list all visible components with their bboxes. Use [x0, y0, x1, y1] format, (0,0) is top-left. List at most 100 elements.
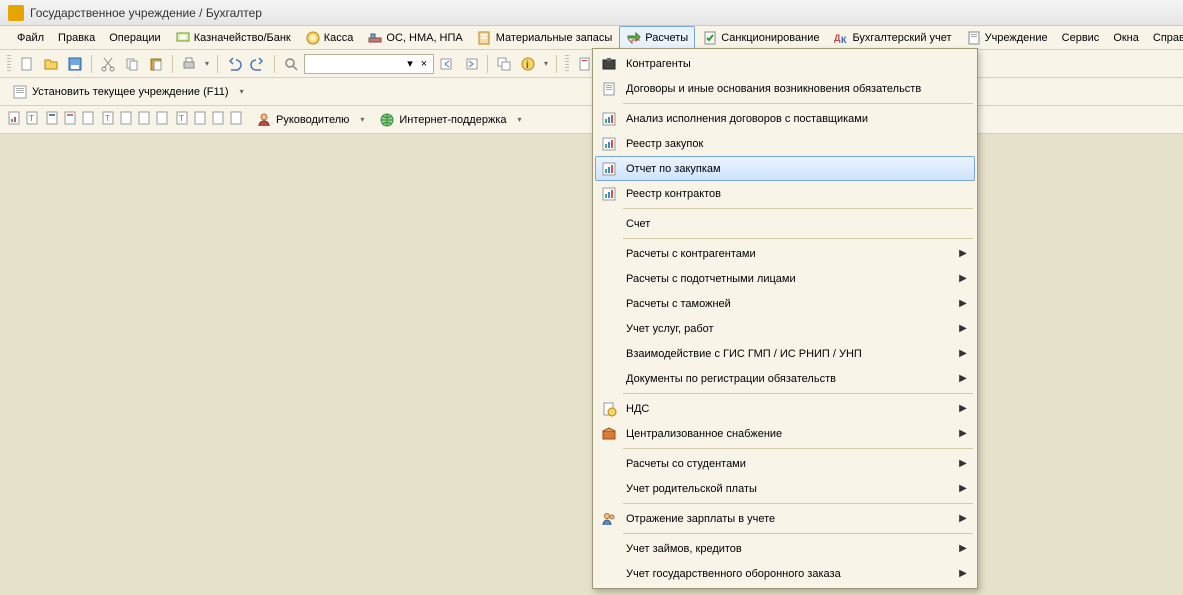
dropdown-item[interactable]: НДС▶: [595, 396, 975, 421]
dropdown-item-label: Централизованное снабжение: [626, 428, 950, 440]
separator: [556, 55, 557, 73]
menu-os-label: ОС, НМА, НПА: [386, 32, 462, 44]
dropdown-item[interactable]: Централизованное снабжение▶: [595, 421, 975, 446]
sanction-icon: [702, 30, 718, 46]
dropdown-arrow-icon[interactable]: ▾: [237, 87, 247, 96]
search-combo[interactable]: ▾ ×: [304, 54, 434, 74]
menu-calc[interactable]: Расчеты: [619, 26, 695, 50]
dropdown-item[interactable]: Счет: [595, 211, 975, 236]
save-icon: [67, 56, 83, 72]
dropdown-item[interactable]: Учет займов, кредитов▶: [595, 536, 975, 561]
menu-institution[interactable]: Учреждение: [959, 26, 1055, 50]
dropdown-item[interactable]: Расчеты с подотчетными лицами▶: [595, 266, 975, 291]
dropdown-item[interactable]: Отражение зарплаты в учете▶: [595, 506, 975, 531]
tb3-btn-8[interactable]: [136, 110, 152, 129]
submenu-arrow-icon: ▶: [958, 298, 968, 309]
dropdown-item[interactable]: Договоры и иные основания возникновения …: [595, 76, 975, 101]
dropdown-item-label: Документы по регистрации обязательств: [626, 373, 950, 385]
info-button[interactable]: i: [517, 53, 539, 75]
internet-support-button[interactable]: Интернет-поддержка: [373, 109, 512, 131]
menu-cash[interactable]: Касса: [298, 26, 361, 50]
open-button[interactable]: [40, 53, 62, 75]
menu-windows[interactable]: Окна: [1106, 28, 1146, 48]
dropdown-arrow-icon[interactable]: ▾: [357, 115, 367, 124]
report-icon: [80, 110, 96, 126]
cut-button[interactable]: [97, 53, 119, 75]
menu-separator: [623, 238, 973, 239]
menu-file[interactable]: Файл: [10, 28, 51, 48]
tb3-btn-3[interactable]: [44, 110, 60, 129]
windows-button[interactable]: [493, 53, 515, 75]
set-institution-button[interactable]: Установить текущее учреждение (F11): [6, 81, 235, 103]
menu-treasury[interactable]: Казначейство/Банк: [168, 26, 298, 50]
menu-service[interactable]: Сервис: [1055, 28, 1107, 48]
redo-button[interactable]: [247, 53, 269, 75]
tb3-btn-12[interactable]: [210, 110, 226, 129]
dropdown-item[interactable]: Учет государственного оборонного заказа▶: [595, 561, 975, 586]
dropdown-item[interactable]: Учет услуг, работ▶: [595, 316, 975, 341]
dropdown-item[interactable]: Анализ исполнения договоров с поставщика…: [595, 106, 975, 131]
separator: [172, 55, 173, 73]
clear-icon: ×: [417, 56, 431, 72]
manager-button[interactable]: Руководителю: [250, 109, 355, 131]
tb3-btn-2[interactable]: T: [24, 110, 40, 129]
report-icon: [6, 110, 22, 126]
dropdown-item-label: Расчеты с подотчетными лицами: [626, 273, 950, 285]
menu-sanction[interactable]: Санкционирование: [695, 26, 826, 50]
tb3-btn-6[interactable]: T: [100, 110, 116, 129]
assets-icon: [367, 30, 383, 46]
manager-label: Руководителю: [276, 114, 349, 126]
copy-button[interactable]: [121, 53, 143, 75]
tb3-btn-5[interactable]: [80, 110, 96, 129]
dropdown-item[interactable]: Учет родительской платы▶: [595, 476, 975, 501]
menu-accounting[interactable]: ДК Бухгалтерский учет: [826, 26, 958, 50]
dropdown-item[interactable]: Реестр закупок: [595, 131, 975, 156]
submenu-arrow-icon: ▶: [958, 373, 968, 384]
new-doc-button[interactable]: [16, 53, 38, 75]
dropdown-item[interactable]: Реестр контрактов: [595, 181, 975, 206]
menu-os[interactable]: ОС, НМА, НПА: [360, 26, 469, 50]
menu-separator: [623, 533, 973, 534]
tb3-btn-1[interactable]: [6, 110, 22, 129]
paste-icon: [148, 56, 164, 72]
menu-edit[interactable]: Правка: [51, 28, 102, 48]
tb3-btn-7[interactable]: [118, 110, 134, 129]
dropdown-arrow-icon[interactable]: ▾: [202, 59, 212, 68]
menu-operations[interactable]: Операции: [102, 28, 167, 48]
dropdown-item-label: Взаимодействие с ГИС ГМП / ИС РНИП / УНП: [626, 348, 950, 360]
dropdown-item[interactable]: Контрагенты: [595, 51, 975, 76]
search-button[interactable]: [280, 53, 302, 75]
svg-text:T: T: [179, 114, 184, 123]
nav-prev-button[interactable]: [436, 53, 458, 75]
tb3-btn-13[interactable]: [228, 110, 244, 129]
dropdown-item[interactable]: Взаимодействие с ГИС ГМП / ИС РНИП / УНП…: [595, 341, 975, 366]
menu-accounting-label: Бухгалтерский учет: [852, 32, 951, 44]
dropdown-item[interactable]: Расчеты с таможней▶: [595, 291, 975, 316]
dropdown-item[interactable]: Расчеты с контрагентами▶: [595, 241, 975, 266]
internet-support-label: Интернет-поддержка: [399, 114, 506, 126]
dropdown-item[interactable]: Отчет по закупкам: [595, 156, 975, 181]
menu-file-label: Файл: [17, 32, 44, 44]
tb3-btn-4[interactable]: [62, 110, 78, 129]
menu-edit-label: Правка: [58, 32, 95, 44]
save-button[interactable]: [64, 53, 86, 75]
paste-button[interactable]: [145, 53, 167, 75]
undo-button[interactable]: [223, 53, 245, 75]
search-icon: [283, 56, 299, 72]
tb3-btn-11[interactable]: [192, 110, 208, 129]
dropdown-item[interactable]: Расчеты со студентами▶: [595, 451, 975, 476]
nav-next-button[interactable]: [460, 53, 482, 75]
dropdown-arrow-icon[interactable]: ▾: [541, 59, 551, 68]
dropdown-item[interactable]: Документы по регистрации обязательств ▶: [595, 366, 975, 391]
doc-icon: [600, 81, 618, 97]
window-title: Государственное учреждение / Бухгалтер: [30, 6, 262, 20]
windows-icon: [496, 56, 512, 72]
tb3-btn-10[interactable]: T: [174, 110, 190, 129]
doc-icon: [577, 56, 593, 72]
menu-help[interactable]: Справка: [1146, 28, 1183, 48]
print-button[interactable]: [178, 53, 200, 75]
tb3-btn-9[interactable]: [154, 110, 170, 129]
menu-materials[interactable]: Материальные запасы: [470, 26, 620, 50]
dropdown-arrow-icon[interactable]: ▾: [515, 115, 525, 124]
dropdown-item-label: Анализ исполнения договоров с поставщика…: [626, 113, 950, 125]
